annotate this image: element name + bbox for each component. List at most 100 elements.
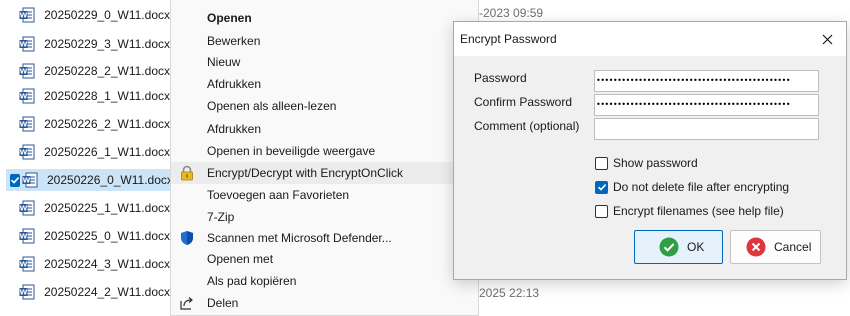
word-document-icon: W [19, 284, 35, 300]
menu-item-pad-kopieren[interactable]: Als pad kopiëren [171, 270, 478, 292]
file-row[interactable]: W 20250229_3_W11.docx [6, 33, 170, 55]
file-name: 20250224_2_W11.docx [44, 285, 170, 299]
file-row[interactable]: W 20250226_2_W11.docx [6, 113, 170, 135]
menu-item-afdrukken-2[interactable]: Afdrukken [171, 118, 478, 140]
row-checkbox[interactable] [10, 90, 17, 103]
menu-item-encrypt-decrypt[interactable]: Encrypt/Decrypt with EncryptOnClick [171, 162, 478, 184]
svg-text:W: W [20, 68, 28, 76]
confirm-password-input[interactable]: ••••••••••••••••••••••••••••••••••••••••… [594, 94, 819, 116]
word-document-icon: W [19, 36, 35, 52]
encrypt-filenames-checkbox[interactable] [595, 204, 608, 218]
menu-item-label: Bewerken [207, 34, 261, 48]
password-input[interactable]: ••••••••••••••••••••••••••••••••••••••••… [594, 70, 819, 92]
no-delete-checkbox-row[interactable]: Do not delete file after encrypting [595, 179, 789, 195]
menu-item-delen[interactable]: Delen [171, 292, 478, 314]
no-delete-label: Do not delete file after encrypting [613, 180, 790, 194]
row-checkbox[interactable] [10, 9, 17, 22]
menu-item-label: Toevoegen aan Favorieten [207, 188, 350, 202]
menu-item-label: 7-Zip [207, 210, 235, 224]
date-modified-text: 2025 22:13 [479, 286, 540, 300]
cancel-button[interactable]: Cancel [730, 230, 821, 264]
file-row-selected[interactable]: W 20250226_0_W11.docx [6, 169, 173, 191]
file-name: 20250228_2_W11.docx [44, 64, 170, 78]
menu-item-openen-alleen-lezen[interactable]: Openen als alleen-lezen [171, 95, 478, 117]
file-name: 20250229_3_W11.docx [44, 37, 170, 51]
menu-item-label: Als pad kopiëren [207, 274, 297, 288]
file-name: 20250228_1_W11.docx [44, 89, 170, 103]
word-document-icon: W [19, 144, 35, 160]
file-list: W 20250229_0_W11.docx W 20250229_3_W11.d… [0, 0, 173, 316]
file-name: 20250226_0_W11.docx [47, 173, 173, 187]
row-checkbox[interactable] [10, 230, 17, 243]
menu-item-7zip[interactable]: 7-Zip [171, 206, 478, 228]
file-row[interactable]: W 20250224_2_W11.docx [6, 281, 170, 303]
file-row[interactable]: W 20250228_1_W11.docx [6, 85, 170, 107]
row-checkbox[interactable] [10, 202, 17, 215]
menu-item-label: Delen [207, 296, 239, 310]
share-icon [180, 297, 193, 310]
file-row[interactable]: W 20250225_1_W11.docx [6, 197, 170, 219]
word-document-icon: W [19, 7, 35, 23]
svg-text:W: W [20, 93, 28, 101]
word-document-icon: W [22, 172, 38, 188]
file-row[interactable]: W 20250224_3_W11.docx [6, 253, 170, 275]
file-row[interactable]: W 20250228_2_W11.docx [6, 60, 170, 82]
checkmark-circle-icon [659, 237, 679, 257]
menu-item-openen[interactable]: Openen [171, 7, 478, 29]
close-button[interactable] [816, 28, 838, 50]
menu-item-openen-met[interactable]: Openen met [171, 248, 478, 270]
row-checkbox[interactable] [10, 258, 17, 271]
menu-item-nieuw[interactable]: Nieuw [171, 51, 478, 73]
row-checkbox[interactable] [10, 146, 17, 159]
svg-text:W: W [20, 233, 28, 241]
row-checkbox[interactable] [10, 38, 17, 51]
ok-button-label: OK [687, 240, 705, 254]
file-row[interactable]: W 20250226_1_W11.docx [6, 141, 170, 163]
row-checkbox[interactable] [10, 286, 17, 299]
menu-item-favorieten[interactable]: Toevoegen aan Favorieten [171, 184, 478, 206]
word-document-icon: W [19, 88, 35, 104]
row-checkbox[interactable] [10, 118, 17, 131]
svg-text:W: W [20, 289, 28, 297]
word-document-icon: W [19, 228, 35, 244]
menu-item-label: Openen in beveiligde weergave [207, 144, 376, 158]
no-delete-checkbox[interactable] [595, 180, 608, 194]
menu-item-defender-scan[interactable]: Scannen met Microsoft Defender... [171, 227, 478, 249]
password-label: Password [474, 71, 527, 85]
word-document-icon: W [19, 200, 35, 216]
word-document-icon: W [19, 256, 35, 272]
svg-text:W: W [23, 177, 31, 185]
padlock-icon [181, 165, 193, 181]
dialog-titlebar[interactable]: Encrypt Password [454, 22, 846, 56]
file-name: 20250225_0_W11.docx [44, 229, 170, 243]
svg-text:W: W [20, 12, 28, 20]
context-menu: Openen Bewerken Nieuw Afdrukken Openen a… [170, 0, 479, 316]
cancel-x-circle-icon [746, 237, 766, 257]
row-checkbox[interactable] [10, 173, 20, 187]
show-password-checkbox[interactable] [595, 156, 608, 170]
dialog-title: Encrypt Password [460, 32, 557, 46]
svg-text:W: W [20, 205, 28, 213]
word-document-icon: W [19, 63, 35, 79]
menu-item-label: Encrypt/Decrypt with EncryptOnClick [207, 166, 404, 180]
ok-button[interactable]: OK [634, 230, 723, 264]
svg-text:W: W [20, 261, 28, 269]
file-row[interactable]: W 20250225_0_W11.docx [6, 225, 170, 247]
encrypt-filenames-label: Encrypt filenames (see help file) [613, 204, 784, 218]
menu-item-bewerken[interactable]: Bewerken [171, 30, 478, 52]
encrypt-filenames-checkbox-row[interactable]: Encrypt filenames (see help file) [595, 203, 784, 219]
cancel-button-label: Cancel [774, 240, 812, 254]
menu-item-label: Nieuw [207, 55, 241, 69]
menu-item-label: Openen met [207, 252, 274, 266]
menu-item-label: Afdrukken [207, 122, 262, 136]
row-checkbox[interactable] [10, 65, 17, 78]
menu-item-beveiligde-weergave[interactable]: Openen in beveiligde weergave [171, 140, 478, 162]
close-icon [822, 34, 832, 44]
file-row[interactable]: W 20250229_0_W11.docx [6, 4, 170, 26]
confirm-password-label: Confirm Password [474, 95, 573, 109]
comment-input[interactable] [594, 118, 819, 140]
show-password-checkbox-row[interactable]: Show password [595, 155, 698, 171]
menu-item-afdrukken[interactable]: Afdrukken [171, 73, 478, 95]
file-name: 20250225_1_W11.docx [44, 201, 170, 215]
file-name: 20250226_2_W11.docx [44, 117, 170, 131]
